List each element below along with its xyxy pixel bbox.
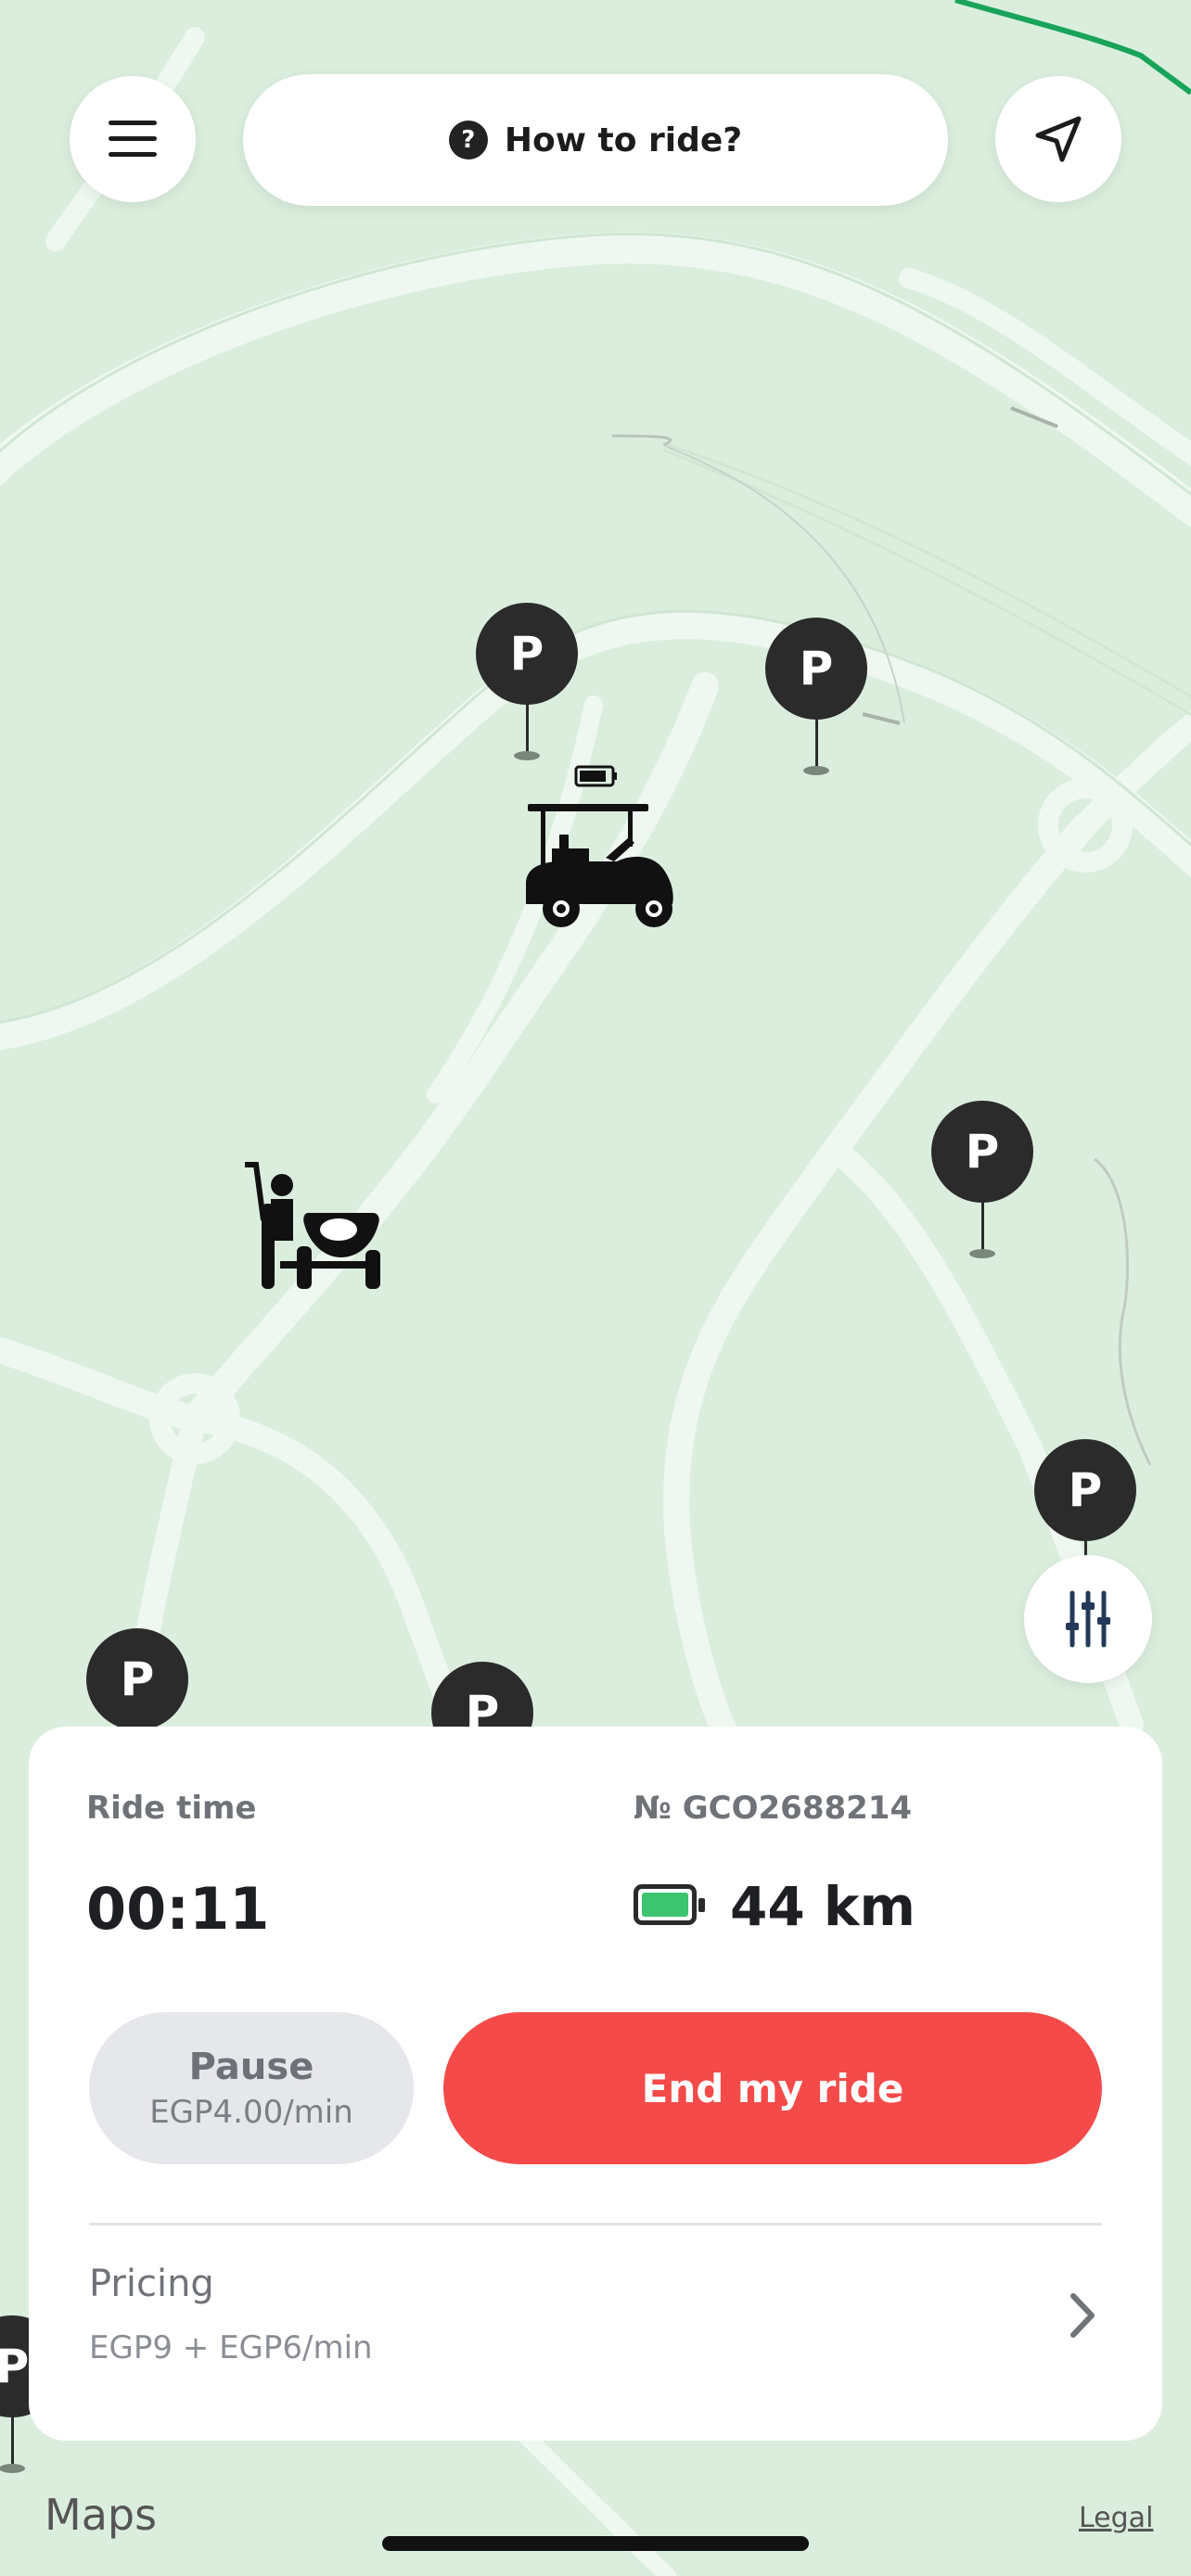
ride-time-value: 00:11: [86, 1875, 270, 1943]
filter-button[interactable]: [1024, 1555, 1152, 1683]
parking-pin[interactable]: P: [931, 1101, 1033, 1258]
parking-label: P: [931, 1101, 1033, 1203]
battery-fill: [642, 1893, 688, 1917]
parking-label: P: [765, 618, 867, 720]
how-to-ride-button[interactable]: ? How to ride?: [243, 74, 948, 206]
sliders-icon: [1066, 1590, 1110, 1648]
pause-price: EGP4.00/min: [149, 2094, 353, 2131]
ride-time-label: Ride time: [86, 1790, 257, 1827]
range-value: 44 km: [730, 1875, 916, 1938]
location-arrow-icon: [1035, 116, 1082, 162]
help-icon: ?: [448, 121, 488, 159]
maps-label: Maps: [45, 2490, 158, 2540]
pricing-value: EGP9 + EGP6/min: [89, 2329, 373, 2366]
divider: [89, 2223, 1102, 2225]
parking-label: P: [86, 1628, 188, 1730]
pause-label: Pause: [188, 2046, 314, 2088]
end-ride-button[interactable]: End my ride: [443, 2012, 1102, 2164]
pause-button[interactable]: Pause EGP4.00/min: [89, 2012, 414, 2164]
ride-panel: Ride time 00:11 № GCO2688214 44 km Pause…: [29, 1727, 1162, 2441]
sidecar-motorcycle-icon[interactable]: [243, 1157, 387, 1292]
hamburger-icon: [109, 121, 157, 157]
battery-full-icon: [634, 1884, 705, 1925]
how-to-ride-label: How to ride?: [504, 121, 743, 159]
vehicle-number: № GCO2688214: [634, 1790, 913, 1827]
menu-button[interactable]: [70, 76, 196, 202]
parking-label: P: [1034, 1439, 1136, 1541]
golf-cart-icon[interactable]: [524, 765, 686, 932]
parking-label: P: [476, 603, 578, 705]
parking-pin[interactable]: P: [476, 603, 578, 760]
parking-pin[interactable]: P: [765, 618, 867, 775]
home-indicator: [382, 2536, 809, 2551]
locate-me-button[interactable]: [995, 76, 1121, 202]
apple-maps-logo: Maps: [41, 2490, 157, 2540]
legal-link[interactable]: Legal: [1079, 2502, 1153, 2534]
chevron-right-icon: [1070, 2293, 1095, 2338]
pricing-title: Pricing: [89, 2263, 214, 2305]
